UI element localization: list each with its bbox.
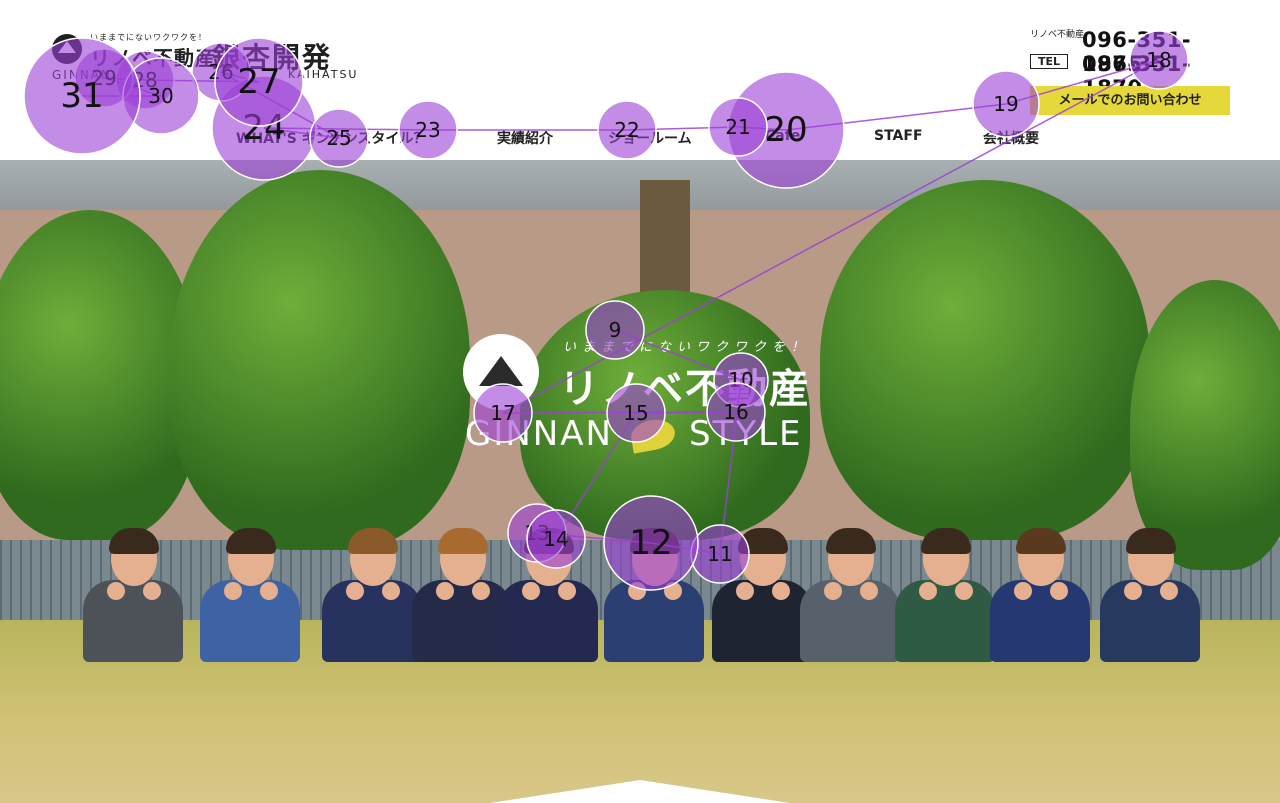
hero-logo: いままでにないワクワクを！ リノベ不動産 GINNAN STYLE [463,330,823,460]
photo-tree-center-left [170,170,470,550]
hero-logo-mark-icon [463,334,539,410]
site-header: いままでにないワクワクを！ リノベ不動産 銀杏開発 GINNAN KAIHATS… [0,0,1280,160]
phone-row: リノベ不動産 096-351-1875 [1030,28,1240,76]
tel-row: TEL 096-351-1870 [1030,52,1240,100]
main-nav: WHAT'S ギンナンスタイル？ 実績紹介 ショールーム Cafe STAFF … [0,120,1280,160]
logo-en-company: KAIHATSU [288,68,359,81]
nav-item-works[interactable]: 実績紹介 [497,128,553,148]
photo-person [322,528,422,662]
photo-person [895,528,995,662]
tel-badge: TEL [1030,54,1069,69]
hero-photo: いままでにないワクワクを！ リノベ不動産 GINNAN STYLE [0,160,1280,803]
nav-item-cafe[interactable]: Cafe [765,128,800,144]
hero-en-left: GINNAN [465,414,613,454]
hero-jp-name: リノベ不動産 [559,366,811,412]
photo-person [83,528,183,662]
nav-item-whats[interactable]: WHAT'S ギンナンスタイル？ [236,128,427,148]
hero-tagline: いままでにないワクワクを！ [563,340,811,355]
phone-badge: リノベ不動産 [1030,30,1085,40]
photo-person [498,528,598,662]
hero-en-right: STYLE [689,414,803,454]
photo-person [990,528,1090,662]
photo-person [712,528,812,662]
site-logo[interactable]: いままでにないワクワクを！ リノベ不動産 銀杏開発 GINNAN KAIHATS… [52,32,356,92]
photo-person [412,528,512,662]
nav-item-showroom[interactable]: ショールーム [608,128,692,148]
photo-person [800,528,900,662]
logo-en-name: GINNAN [52,68,112,82]
photo-person [604,528,704,662]
scroll-down-indicator[interactable] [490,780,790,803]
logo-mark-icon [52,34,82,64]
photo-tree-right [820,180,1150,540]
logo-jp-name: リノベ不動産 [90,46,216,70]
leaf-icon [628,416,678,454]
nav-item-staff[interactable]: STAFF [874,128,923,144]
mail-contact-button[interactable]: メールでのお問い合わせ [1030,86,1230,115]
nav-item-company[interactable]: 会社概要 [983,128,1039,148]
photo-person [200,528,300,662]
photo-person [1100,528,1200,662]
contact-block: リノベ不動産 096-351-1875 TEL 096-351-1870 [1030,28,1240,100]
